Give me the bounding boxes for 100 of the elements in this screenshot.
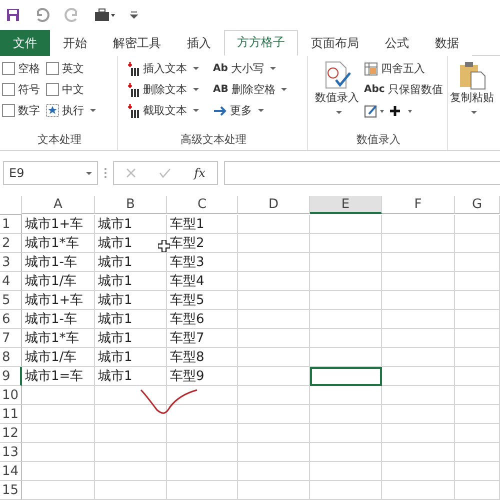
checkbox-option[interactable]: 数字: [2, 102, 40, 120]
ribbon-button[interactable]: 更多: [213, 102, 288, 120]
row-header[interactable]: 14: [0, 462, 22, 481]
empty-cell: [95, 424, 167, 443]
row-header[interactable]: 7: [0, 329, 22, 348]
ribbon-button[interactable]: AB 删除空格: [213, 81, 288, 98]
ribbon-tab[interactable]: 方方格子: [224, 30, 298, 56]
checkbox[interactable]: [2, 104, 15, 118]
column-header[interactable]: D: [238, 196, 310, 214]
table-cell: 城市1: [95, 348, 167, 367]
checkbox-option[interactable]: 空格: [2, 60, 40, 78]
empty-cell: [167, 443, 238, 462]
empty-cell: [455, 310, 500, 329]
insert-function-button[interactable]: fx: [194, 166, 206, 180]
row-header[interactable]: 4: [0, 272, 22, 291]
table-cell: 城市1-车: [22, 253, 95, 272]
enter-check-icon[interactable]: [158, 168, 171, 178]
row-header[interactable]: 5: [0, 291, 22, 310]
empty-cell: [310, 443, 382, 462]
empty-cell: [455, 329, 500, 348]
empty-cell: [310, 253, 382, 272]
row-header[interactable]: 2: [0, 234, 22, 253]
save-icon[interactable]: [6, 8, 20, 22]
table-cell: 车型8: [167, 348, 238, 367]
group-title: 文本处理: [36, 132, 82, 148]
empty-cell: [310, 234, 382, 253]
row-header[interactable]: 10: [0, 386, 22, 405]
checkbox-option[interactable]: 符号: [2, 81, 40, 98]
empty-cell: [310, 424, 382, 443]
keep-values-button[interactable]: Abc 只保留数值: [364, 81, 443, 98]
text-case-icon: Ab: [213, 63, 228, 74]
text-bars-icon: [128, 104, 140, 118]
ribbon-button[interactable]: Ab 大小写: [213, 60, 288, 78]
empty-cell: [238, 291, 310, 310]
row-header[interactable]: 15: [0, 481, 22, 500]
copy-paste-button[interactable]: 复制粘贴: [450, 60, 494, 118]
row-header[interactable]: 13: [0, 443, 22, 462]
table-cell: 城市1/车: [22, 348, 95, 367]
checkbox[interactable]: [46, 83, 59, 96]
empty-cell: [95, 462, 167, 481]
edit-icon[interactable]: [364, 104, 386, 118]
table-cell: 城市1: [95, 253, 167, 272]
table-cell: 城市1+车: [22, 215, 95, 234]
checkbox[interactable]: [2, 62, 15, 76]
empty-cell: [167, 462, 238, 481]
empty-cell: [310, 462, 382, 481]
empty-cell: [310, 348, 382, 367]
drag-handle-icon: [104, 167, 107, 180]
column-header[interactable]: E: [310, 196, 382, 214]
ribbon-button[interactable]: 删除文本: [128, 81, 199, 98]
group-title: 高级文本处理: [180, 132, 248, 148]
table-cell: 车型7: [167, 329, 238, 348]
clipboard-icon: [457, 60, 487, 90]
redo-icon[interactable]: [64, 8, 80, 22]
plus-icon[interactable]: [389, 104, 415, 118]
table-cell: 城市1: [95, 215, 167, 234]
column-header[interactable]: C: [167, 196, 238, 214]
row-header[interactable]: 6: [0, 310, 22, 329]
row-header[interactable]: 1: [0, 215, 22, 234]
row-header[interactable]: 9: [0, 367, 22, 386]
undo-icon[interactable]: [34, 8, 50, 22]
empty-cell: [238, 405, 310, 424]
ribbon-button[interactable]: 截取文本: [128, 102, 199, 120]
checkbox-option[interactable]: 中文: [46, 81, 96, 98]
cancel-icon[interactable]: [126, 168, 136, 178]
number-entry-button[interactable]: 数值录入: [314, 60, 360, 132]
empty-cell: [238, 310, 310, 329]
checkbox[interactable]: [46, 62, 59, 76]
empty-cell: [455, 348, 500, 367]
table-cell: 车型6: [167, 310, 238, 329]
round-button[interactable]: 四舍五入: [364, 60, 443, 78]
row-header[interactable]: 12: [0, 424, 22, 443]
empty-cell: [95, 443, 167, 462]
empty-cell: [238, 367, 310, 386]
checkbox-label: 符号: [18, 82, 40, 98]
ribbon-button[interactable]: 插入文本: [128, 60, 199, 78]
row-header[interactable]: 11: [0, 405, 22, 424]
table-cell: 车型9: [167, 367, 238, 386]
column-header[interactable]: G: [455, 196, 500, 214]
empty-cell: [455, 462, 500, 481]
table-cell: 城市1: [95, 367, 167, 386]
toolbox-icon[interactable]: [94, 8, 116, 22]
run-button[interactable]: 执行: [46, 102, 96, 120]
checkbox[interactable]: [2, 83, 15, 96]
text-format-icon: Abc: [364, 84, 385, 96]
column-header[interactable]: B: [95, 196, 167, 214]
formula-input[interactable]: [224, 161, 500, 186]
file-tab[interactable]: 文件: [0, 30, 50, 56]
column-header[interactable]: F: [382, 196, 455, 214]
table-cell: 城市1: [95, 272, 167, 291]
table-cell: 车型1: [167, 215, 238, 234]
name-box[interactable]: E9: [3, 161, 98, 186]
checkbox-option[interactable]: 英文: [46, 60, 96, 78]
table-cell: 城市1=车: [22, 367, 95, 386]
table-cell: 车型5: [167, 291, 238, 310]
column-header[interactable]: A: [22, 196, 95, 214]
customize-toolbar-icon[interactable]: [130, 10, 138, 20]
group-title: 数值录入: [356, 132, 402, 148]
row-header[interactable]: 3: [0, 253, 22, 272]
row-header[interactable]: 8: [0, 348, 22, 367]
